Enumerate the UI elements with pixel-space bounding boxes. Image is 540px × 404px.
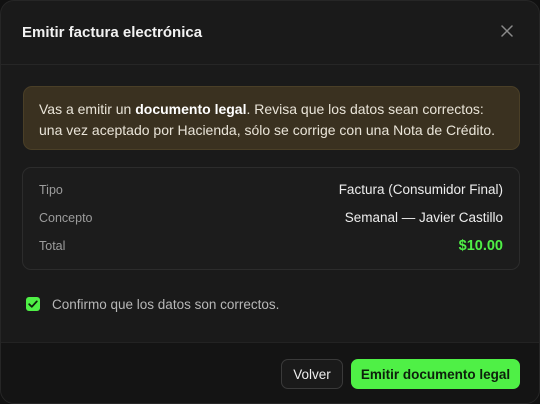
summary-row-tipo: Tipo Factura (Consumidor Final): [39, 180, 503, 200]
legal-warning-notice: Vas a emitir un documento legal. Revisa …: [23, 86, 520, 150]
confirm-checkbox[interactable]: [26, 297, 40, 311]
summary-row-concepto: Concepto Semanal — Javier Castillo: [39, 208, 503, 228]
summary-value: Factura (Consumidor Final): [338, 182, 503, 197]
invoice-summary: Tipo Factura (Consumidor Final) Concepto…: [22, 167, 520, 270]
dialog-footer: Volver Emitir documento legal: [1, 342, 539, 403]
notice-text-prefix: Vas a emitir un: [39, 101, 136, 117]
notice-text-bold: documento legal: [135, 101, 247, 117]
summary-value: Semanal — Javier Castillo: [344, 210, 503, 225]
close-icon[interactable]: [499, 23, 515, 39]
back-button[interactable]: Volver: [281, 359, 343, 389]
summary-row-total: Total $10.00: [39, 236, 503, 256]
summary-label: Concepto: [39, 211, 93, 225]
emit-document-button[interactable]: Emitir documento legal: [351, 359, 520, 389]
emit-invoice-dialog: Emitir factura electrónica Vas a emitir …: [0, 0, 540, 404]
confirm-label[interactable]: Confirmo que los datos son correctos.: [52, 296, 279, 313]
dialog-header: Emitir factura electrónica: [1, 1, 539, 65]
check-icon: [28, 300, 38, 308]
summary-label: Tipo: [39, 183, 63, 197]
summary-label: Total: [39, 239, 66, 253]
dialog-title: Emitir factura electrónica: [22, 24, 203, 41]
total-amount: $10.00: [458, 238, 503, 254]
